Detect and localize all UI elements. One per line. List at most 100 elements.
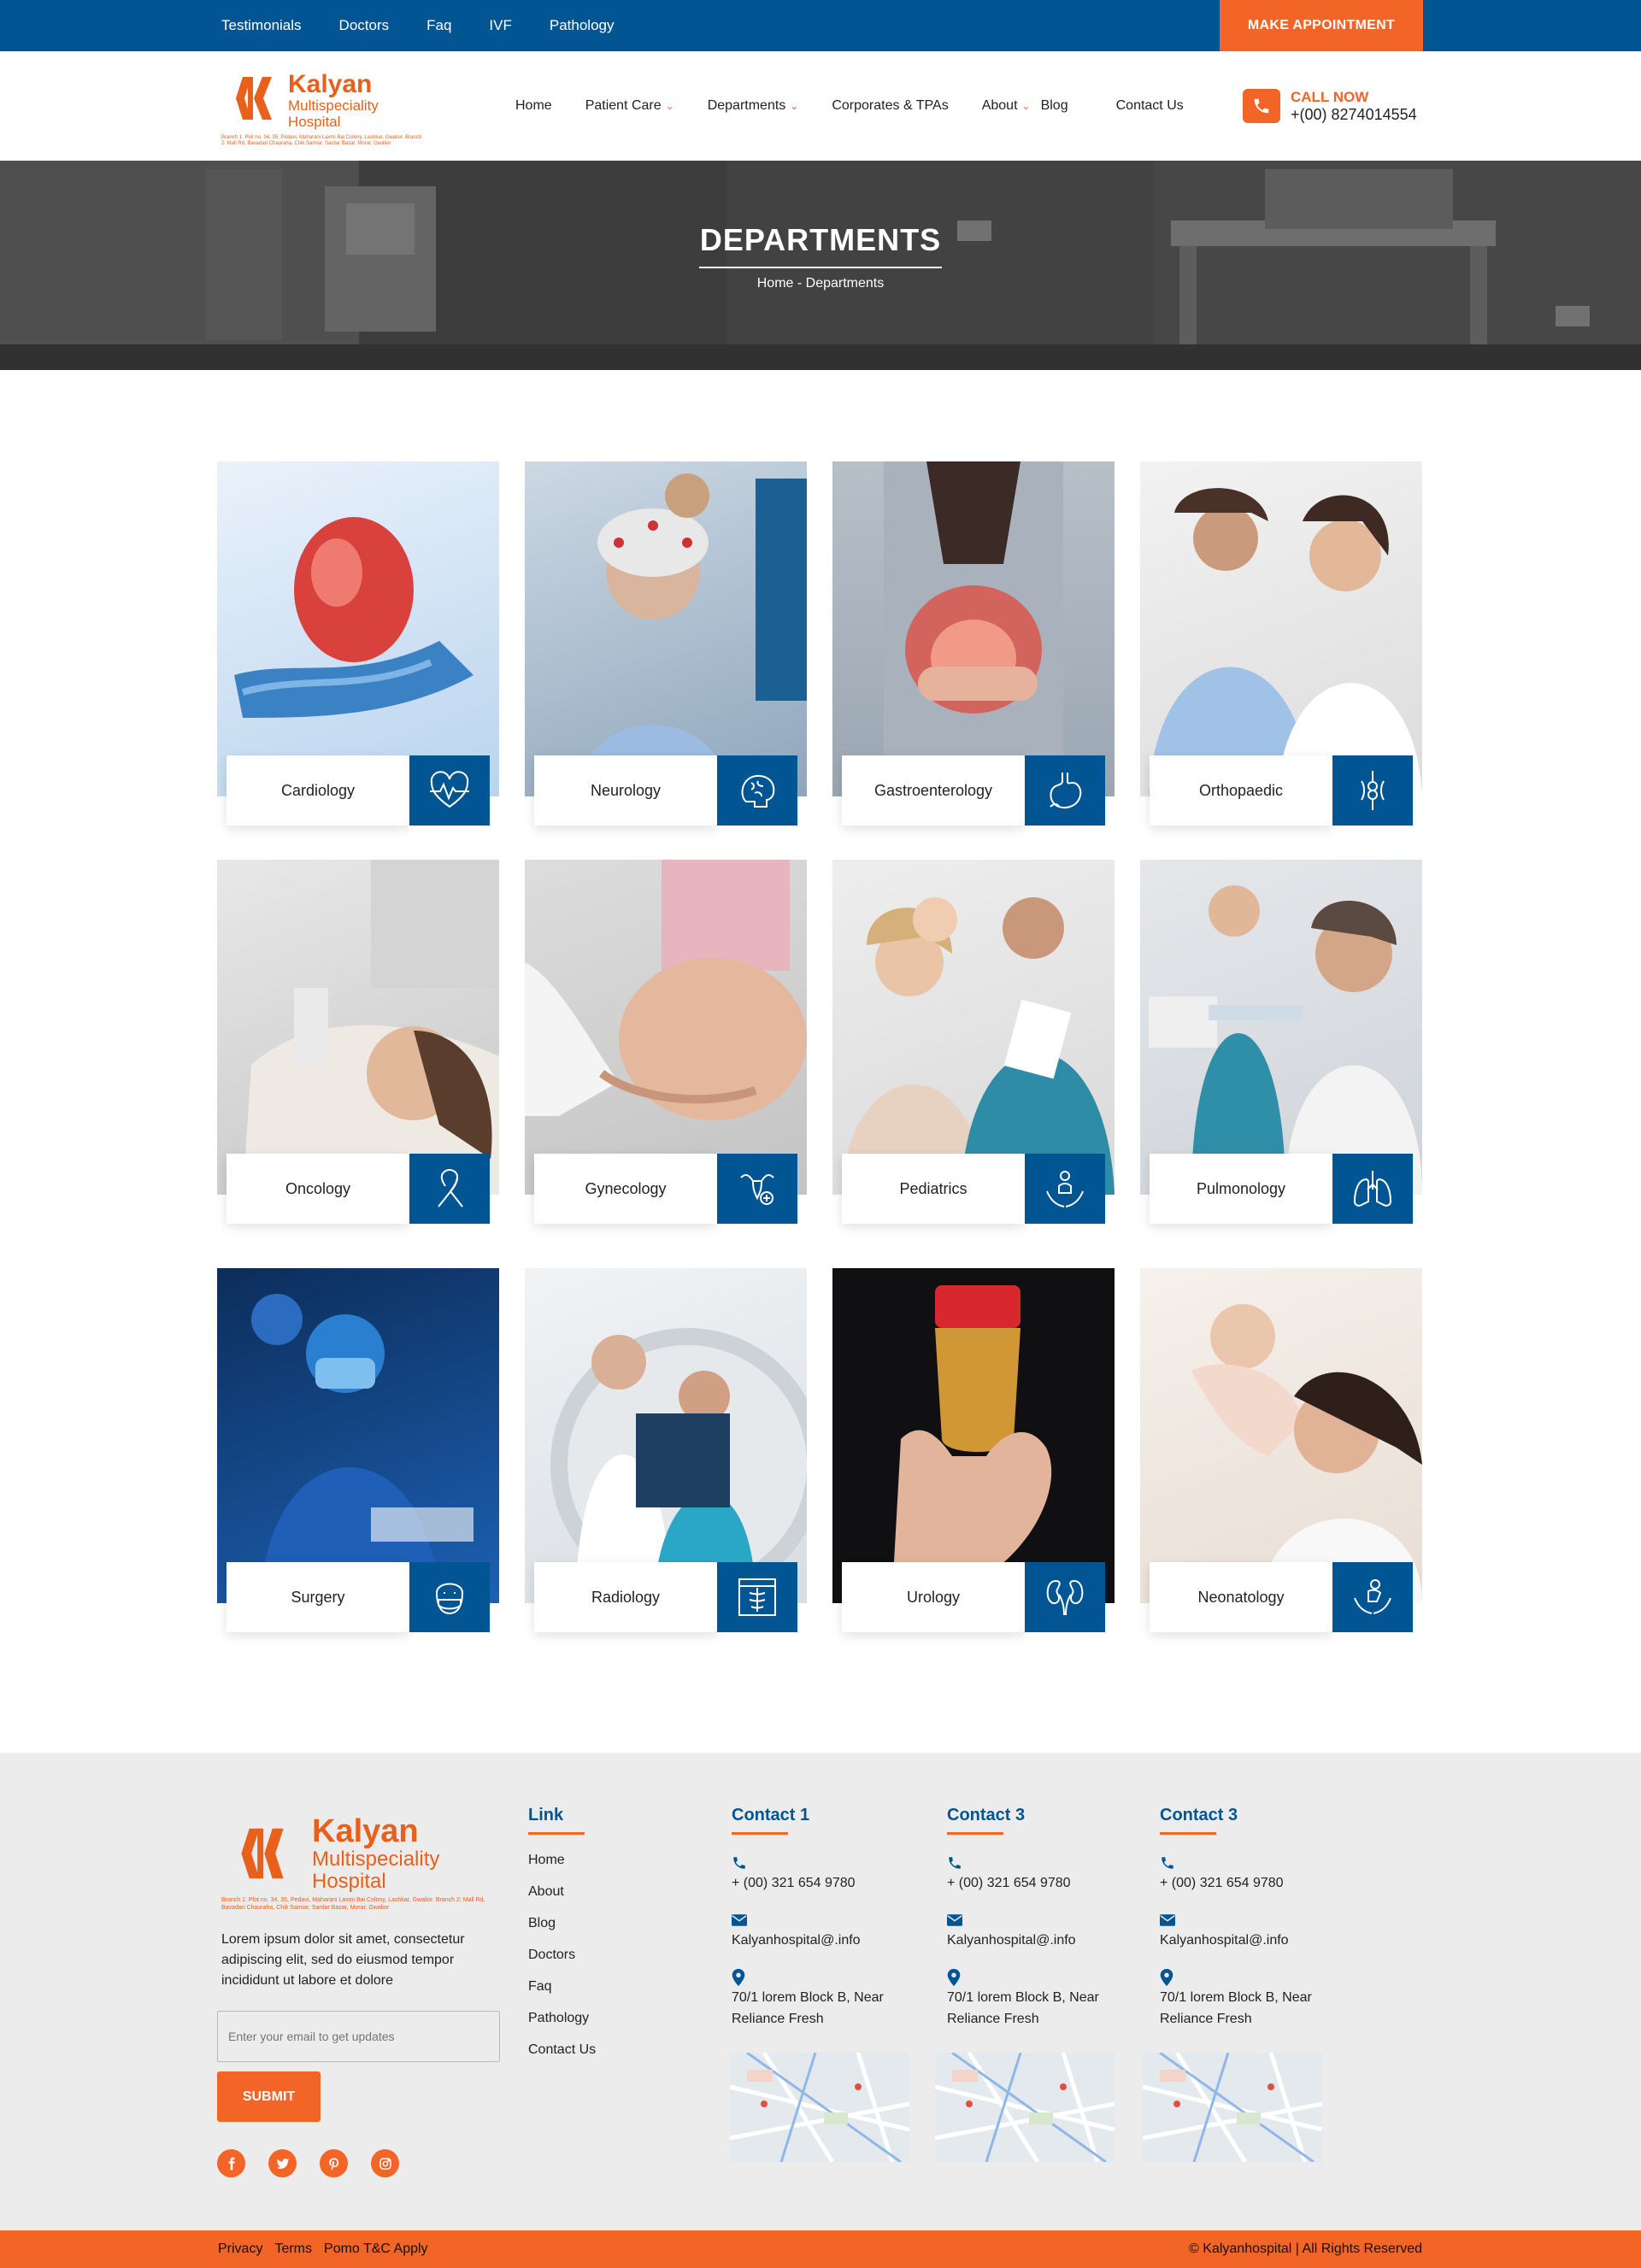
xray-icon [717,1562,797,1632]
footer-logo-subtitle: Multispeciality Hospital [312,1848,439,1893]
nav-contact-label: Contact Us [1115,98,1184,113]
footer-link-pathology[interactable]: Pathology [528,2010,596,2026]
contact-phone[interactable]: + (00) 321 654 9780 [947,1872,1144,1894]
location-pin-icon [947,1968,1144,1987]
contact-email[interactable]: Kalyanhospital@.info [732,1930,928,1951]
contact-address-line2: Reliance Fresh [947,2012,1039,2026]
contact-address-line2: Reliance Fresh [1160,2012,1252,2026]
department-name: Oncology [226,1154,409,1224]
nav-about[interactable]: About ⌄ [982,98,1031,114]
nav-blog[interactable]: Blog [1041,98,1068,114]
footer-link-home[interactable]: Home [528,1852,596,1868]
call-now[interactable]: CALL NOW +(00) 8274014554 [1243,80,1417,132]
newsletter-submit-button[interactable]: SUBMIT [217,2071,321,2122]
nav-contact[interactable]: Contact Us [1116,98,1184,114]
gastroenterology-image [832,461,1115,796]
contact-address-line1: 70/1 lorem Block B, Near [732,1990,884,2005]
nav-departments[interactable]: Departments ⌄ [708,98,799,114]
top-link-testimonials[interactable]: Testimonials [221,17,302,34]
nav-patient-care-label: Patient Care [585,98,662,113]
footer-logo[interactable]: Kalyan Multispeciality Hospital Branch 1… [221,1814,503,1911]
pediatrics-image [832,860,1115,1195]
privacy-link[interactable]: Privacy [218,2242,262,2257]
department-name: Urology [842,1562,1025,1632]
copyright: © Kalyanhospital | All Rights Reserved [1189,2242,1422,2256]
department-card-pediatrics[interactable]: Pediatrics [832,860,1115,1227]
contact-email[interactable]: Kalyanhospital@.info [947,1930,1144,1951]
nav-corporates[interactable]: Corporates & TPAs [832,98,948,114]
envelope-icon [947,1911,1144,1930]
department-name: Gastroenterology [842,755,1025,826]
department-name: Cardiology [226,755,409,826]
heading-underline [528,1832,585,1835]
radiology-image [525,1268,807,1603]
contact-phone[interactable]: + (00) 321 654 9780 [732,1872,928,1894]
terms-link[interactable]: Terms [274,2242,312,2257]
department-card-gynecology[interactable]: Gynecology [525,860,807,1227]
contact-email[interactable]: Kalyanhospital@.info [1160,1930,1356,1951]
department-card-cardiology[interactable]: Cardiology [217,461,499,829]
contact-2-map[interactable] [935,2053,1115,2162]
site-header: Kalyan Multispeciality Hospital Branch 1… [0,51,1641,161]
call-now-label: CALL NOW [1291,88,1369,105]
footer-link-faq[interactable]: Faq [528,1978,596,1995]
department-card-pulmonology[interactable]: Pulmonology [1140,860,1422,1227]
top-link-doctors[interactable]: Doctors [339,17,390,34]
contact-3-heading: Contact 3 [1160,1806,1238,1824]
chevron-down-icon: ⌄ [665,100,674,112]
department-card-neurology[interactable]: Neurology [525,461,807,829]
footer-links: Home About Blog Doctors Faq Pathology Co… [528,1852,596,2058]
contact-3-map[interactable] [1143,2053,1322,2162]
heading-underline [1160,1832,1216,1835]
neurology-image [525,461,807,796]
chevron-down-icon: ⌄ [1021,100,1031,112]
pulmonology-image [1140,860,1422,1195]
footer-link-contact[interactable]: Contact Us [528,2042,596,2058]
stomach-icon [1025,755,1105,826]
brain-icon [717,755,797,826]
footer-link-doctors[interactable]: Doctors [528,1947,596,1963]
surgeon-icon [409,1562,490,1632]
chevron-down-icon: ⌄ [790,100,799,112]
department-card-orthopaedic[interactable]: Orthopaedic [1140,461,1422,829]
top-link-pathology[interactable]: Pathology [550,17,615,34]
neonatology-image [1140,1268,1422,1603]
footer-link-about[interactable]: About [528,1883,596,1900]
logo-sub-line2: Hospital [288,114,341,130]
uterus-icon [717,1154,797,1224]
newsletter-email-input[interactable] [217,2011,500,2062]
department-name: Radiology [534,1562,717,1632]
logo-address: Branch 1: Plot no. 34, 35, Pedavi, Mahar… [221,135,422,146]
contact-2-details: + (00) 321 654 9780 Kalyanhospital@.info… [947,1854,1144,2030]
pinterest-icon[interactable] [320,2149,348,2177]
department-card-neonatology[interactable]: Neonatology [1140,1268,1422,1636]
department-card-oncology[interactable]: Oncology [217,860,499,1227]
nav-home[interactable]: Home [515,98,552,114]
department-name: Neonatology [1150,1562,1332,1632]
contact-phone[interactable]: + (00) 321 654 9780 [1160,1872,1356,1894]
department-card-urology[interactable]: Urology [832,1268,1115,1636]
department-card-surgery[interactable]: Surgery [217,1268,499,1636]
department-card-radiology[interactable]: Radiology [525,1268,807,1636]
top-link-faq[interactable]: Faq [426,17,451,34]
department-name: Gynecology [534,1154,717,1224]
promo-terms-link[interactable]: Pomo T&C Apply [324,2242,428,2257]
contact-1-map[interactable] [730,2053,909,2162]
department-name: Surgery [226,1562,409,1632]
twitter-icon[interactable] [268,2149,297,2177]
site-logo[interactable]: Kalyan Multispeciality Hospital Branch 1… [221,63,426,149]
facebook-icon[interactable] [217,2149,245,2177]
instagram-icon[interactable] [371,2149,399,2177]
location-pin-icon [732,1968,928,1987]
phone-icon [1160,1854,1356,1872]
department-card-gastroenterology[interactable]: Gastroenterology [832,461,1115,829]
envelope-icon [732,1911,928,1930]
nav-patient-care[interactable]: Patient Care ⌄ [585,98,674,114]
main-nav: Home Patient Care ⌄ Departments ⌄ Corporat… [515,51,1217,161]
make-appointment-button[interactable]: MAKE APPOINTMENT [1220,0,1423,51]
footer-links-heading: Link [528,1806,564,1824]
breadcrumb: Home - Departments [756,276,885,291]
footer-link-blog[interactable]: Blog [528,1915,596,1931]
logo-name: Kalyan [288,70,373,98]
top-link-ivf[interactable]: IVF [489,17,511,34]
